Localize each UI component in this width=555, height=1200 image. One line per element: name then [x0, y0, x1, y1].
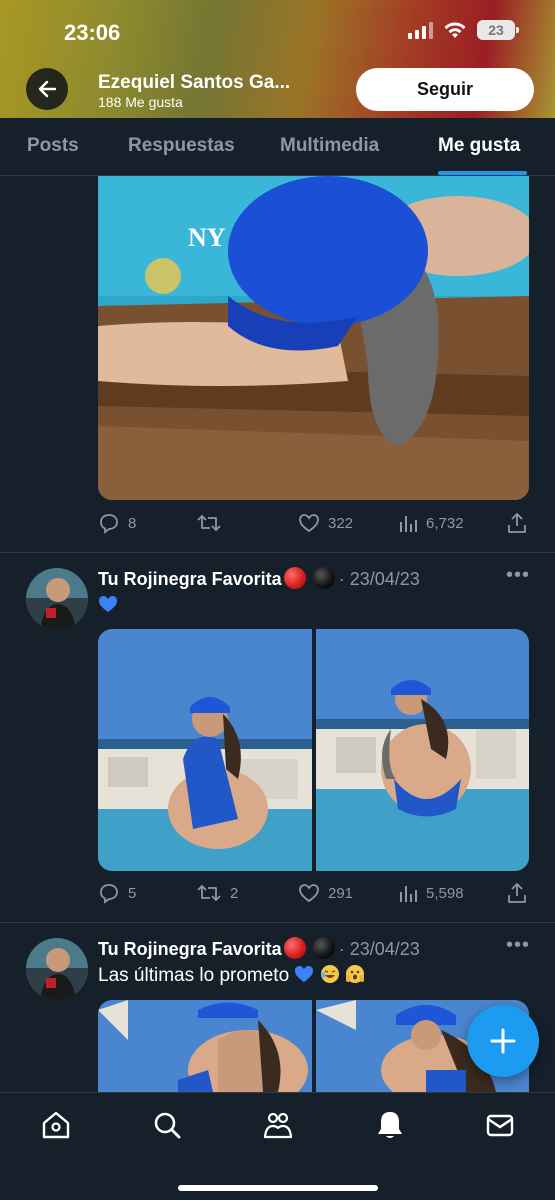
views-button[interactable]: 5,598: [398, 882, 464, 904]
profile-header: 23:06 23 Ezequiel Santos Ga... 188 Me gu…: [0, 0, 555, 118]
repost-icon: [197, 515, 221, 531]
blue-heart-emoji: [99, 596, 117, 612]
post-date: · 23/04/23: [338, 569, 420, 589]
post-author[interactable]: Tu Rojinegra Favorita · 23/04/23: [98, 937, 420, 960]
reply-count: 5: [128, 884, 137, 902]
back-button[interactable]: [26, 68, 68, 110]
views-icon: [400, 516, 417, 532]
reply-icon: [100, 884, 118, 904]
notifications-icon[interactable]: [374, 1109, 406, 1141]
reply-icon: [100, 514, 118, 534]
signal-icon: [408, 21, 433, 39]
search-icon[interactable]: [151, 1109, 183, 1141]
tab-media[interactable]: Multimedia: [280, 135, 379, 157]
views-count: 6,732: [426, 514, 464, 532]
more-options-button[interactable]: •••: [506, 934, 530, 957]
active-tab-indicator: [438, 171, 527, 175]
repost-icon: [197, 885, 221, 901]
profile-name: Ezequiel Santos Ga...: [98, 72, 291, 93]
battery-icon: 23: [477, 20, 519, 40]
more-options-button[interactable]: •••: [506, 564, 530, 587]
like-count: 291: [328, 884, 354, 902]
heart-icon: [299, 884, 319, 903]
follow-button[interactable]: Seguir: [356, 68, 534, 111]
repost-button[interactable]: 2: [196, 882, 238, 904]
svg-text:NY: NY: [188, 223, 226, 252]
share-icon[interactable]: [507, 882, 527, 904]
home-indicator: [178, 1185, 378, 1191]
like-count: 322: [328, 514, 354, 532]
post-text: Las últimas lo prometo: [98, 964, 365, 987]
post-divider: [0, 922, 555, 923]
tab-posts[interactable]: Posts: [27, 135, 79, 157]
red-circle-emoji: [283, 567, 306, 589]
shocked-emoji: [346, 965, 364, 983]
post-date: · 23/04/23: [338, 939, 420, 959]
share-icon[interactable]: [507, 512, 527, 534]
black-circle-emoji: [312, 567, 335, 589]
views-count: 5,598: [426, 884, 464, 902]
messages-icon[interactable]: [484, 1109, 516, 1141]
compose-button[interactable]: [467, 1005, 539, 1077]
post-text-content: Las últimas lo prometo: [98, 965, 290, 986]
heart-icon: [299, 514, 319, 533]
author-name: Tu Rojinegra Favorita: [98, 569, 282, 589]
like-button[interactable]: 291: [298, 882, 353, 904]
post-image[interactable]: NY: [98, 176, 529, 500]
avatar[interactable]: [26, 568, 88, 630]
laughing-emoji: [320, 965, 339, 983]
repost-count: 2: [230, 884, 239, 902]
reply-count: 8: [128, 514, 137, 532]
blue-heart-emoji: [295, 966, 314, 982]
post-author[interactable]: Tu Rojinegra Favorita · 23/04/23: [98, 567, 420, 590]
reply-button[interactable]: 8: [98, 512, 136, 534]
views-icon: [400, 886, 417, 902]
post-text: [98, 594, 118, 617]
post-image[interactable]: [98, 629, 312, 871]
author-name: Tu Rojinegra Favorita: [98, 939, 282, 959]
tab-likes[interactable]: Me gusta: [438, 135, 520, 157]
profile-tabs: Posts Respuestas Multimedia Me gusta: [0, 118, 555, 176]
profile-likes-count: 188 Me gusta: [98, 94, 183, 110]
like-button[interactable]: 322: [298, 512, 353, 534]
arrow-left-icon: [38, 80, 57, 98]
reply-button[interactable]: 5: [98, 882, 136, 904]
avatar[interactable]: [26, 938, 88, 1000]
tab-replies[interactable]: Respuestas: [128, 135, 235, 157]
red-circle-emoji: [283, 937, 306, 959]
bottom-navigation: [0, 1092, 555, 1200]
status-icons: 23: [408, 20, 519, 40]
home-icon[interactable]: [40, 1109, 72, 1141]
post-image[interactable]: [98, 1000, 312, 1092]
status-time: 23:06: [64, 20, 121, 45]
communities-icon[interactable]: [262, 1109, 294, 1141]
views-button[interactable]: 6,732: [398, 512, 464, 534]
plus-icon: [490, 1028, 516, 1054]
repost-button[interactable]: [196, 512, 230, 534]
post-divider: [0, 552, 555, 553]
post-image[interactable]: [316, 629, 529, 871]
black-circle-emoji: [312, 937, 335, 959]
wifi-icon: [444, 22, 466, 38]
